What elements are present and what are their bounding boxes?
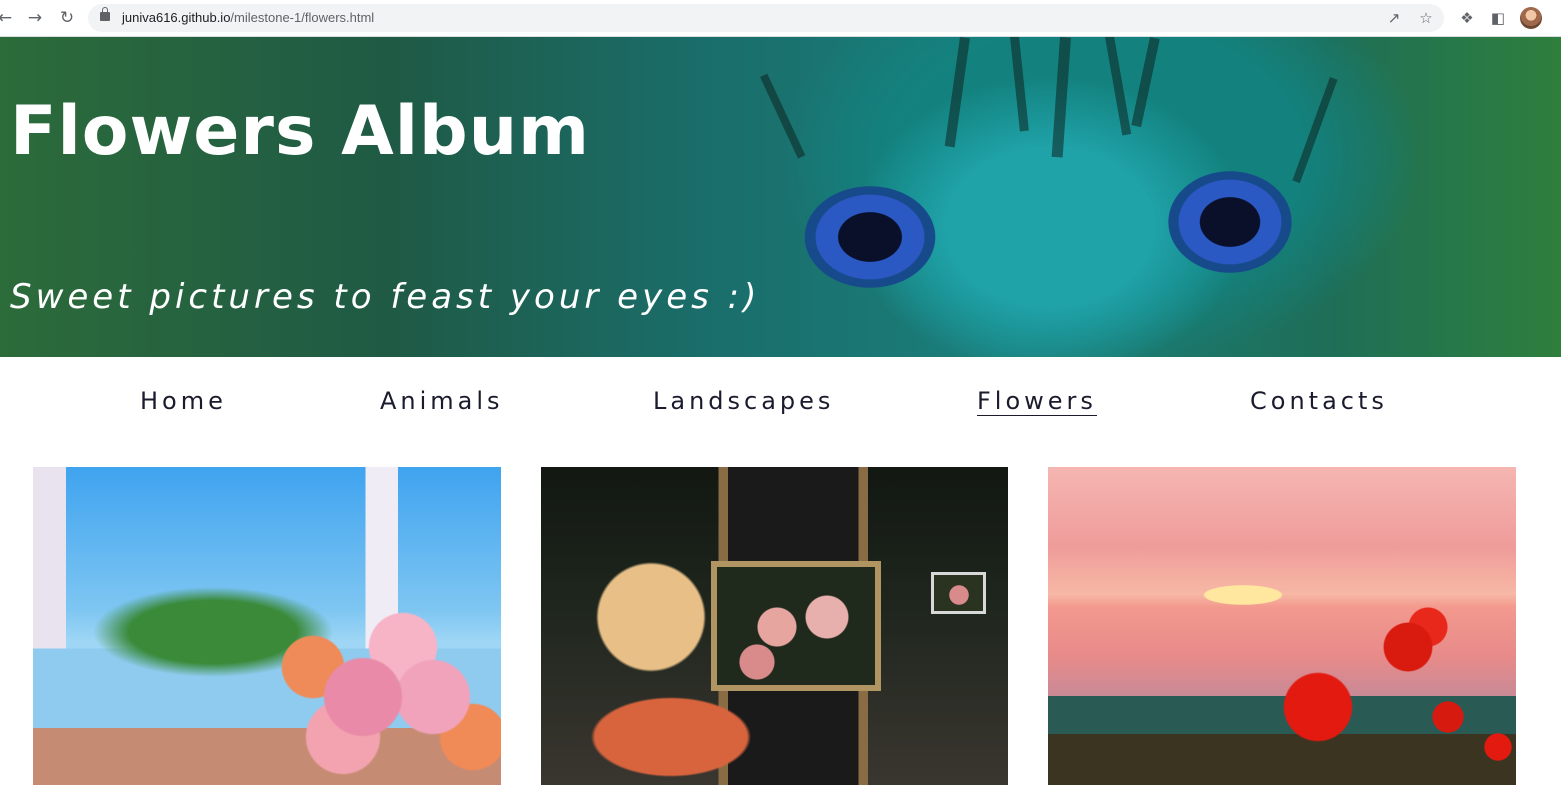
share-icon[interactable]: ↗ <box>1384 8 1404 28</box>
fur-stripe <box>760 73 806 159</box>
browser-toolbar: ← → ↻ juniva616.github.io/milestone-1/fl… <box>0 0 1561 37</box>
small-painting <box>931 572 986 614</box>
url-text[interactable]: juniva616.github.io/milestone-1/flowers.… <box>122 10 374 25</box>
fur-stripe <box>1131 37 1160 128</box>
nav-link-flowers[interactable]: Flowers <box>977 387 1097 416</box>
address-bar[interactable]: juniva616.github.io/milestone-1/flowers.… <box>88 4 1444 32</box>
fur-stripe <box>1105 37 1132 136</box>
puzzle-icon[interactable]: ❖ <box>1457 8 1477 28</box>
reload-icon[interactable]: ↻ <box>56 7 78 29</box>
lock-icon[interactable] <box>100 7 110 21</box>
nav-link-animals[interactable]: Animals <box>380 387 504 415</box>
nav-link-home[interactable]: Home <box>140 387 227 415</box>
nav-link-contacts[interactable]: Contacts <box>1250 387 1388 415</box>
page-title: Flowers Album <box>10 92 590 171</box>
fur-stripe <box>1010 37 1029 132</box>
star-icon[interactable]: ☆ <box>1416 8 1436 28</box>
fur-stripe <box>1051 37 1071 158</box>
fur-stripe <box>944 37 970 148</box>
fur-stripe <box>1292 77 1338 184</box>
hero-banner: Flowers Album Sweet pictures to feast yo… <box>0 37 1561 357</box>
gallery-image-roses-window[interactable] <box>33 467 501 785</box>
forward-arrow-icon[interactable]: → <box>24 7 46 29</box>
back-arrow-icon[interactable]: ← <box>0 7 16 29</box>
painting-on-easel <box>711 561 881 691</box>
avatar[interactable] <box>1520 7 1542 29</box>
nav-link-landscapes[interactable]: Landscapes <box>653 387 834 415</box>
gallery-image-artist-easel[interactable] <box>541 467 1008 785</box>
gallery-image-poppies-sunset[interactable] <box>1048 467 1516 785</box>
page-subtitle: Sweet pictures to feast your eyes :) <box>10 277 761 317</box>
side-panel-icon[interactable]: ◧ <box>1488 8 1508 28</box>
main-navigation: Home Animals Landscapes Flowers Contacts <box>0 357 1561 467</box>
